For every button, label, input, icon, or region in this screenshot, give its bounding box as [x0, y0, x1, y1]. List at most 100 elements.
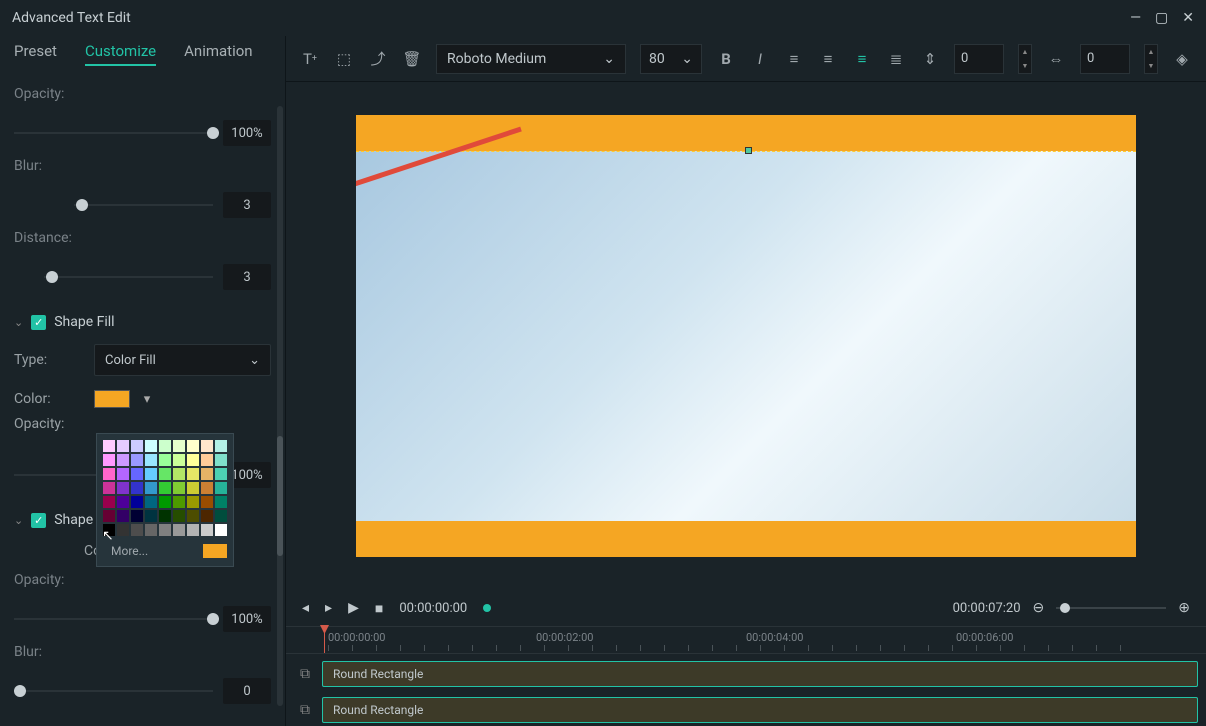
blur-value[interactable]: 3: [223, 192, 271, 218]
color-swatch[interactable]: [173, 482, 185, 494]
color-swatch[interactable]: [187, 482, 199, 494]
color-swatch[interactable]: [103, 510, 115, 522]
color-swatch[interactable]: [173, 454, 185, 466]
size-dropdown[interactable]: 80 ⌄: [640, 44, 702, 74]
color-swatch[interactable]: [103, 482, 115, 494]
track-type-icon[interactable]: ⧉: [294, 699, 316, 721]
color-swatch[interactable]: [103, 454, 115, 466]
bold-icon[interactable]: B: [716, 49, 736, 69]
color-picker-popup[interactable]: More...: [96, 433, 234, 567]
italic-icon[interactable]: I: [750, 49, 770, 69]
settings-icon[interactable]: ◈: [1172, 49, 1192, 69]
color-swatch[interactable]: [173, 440, 185, 452]
video-preview[interactable]: [356, 115, 1136, 557]
color-swatch[interactable]: [117, 468, 129, 480]
delete-icon[interactable]: 🗑: [402, 49, 422, 69]
color-swatch[interactable]: [187, 524, 199, 536]
align-justify-icon[interactable]: ≣: [886, 49, 906, 69]
timeline-ruler[interactable]: 00:00:00:00 00:00:02:00 00:00:04:00 00:0…: [286, 626, 1206, 654]
color-swatch[interactable]: [173, 468, 185, 480]
color-swatch[interactable]: [201, 524, 213, 536]
distance-value[interactable]: 3: [223, 264, 271, 290]
color-swatch[interactable]: [131, 510, 143, 522]
char-spacing-value[interactable]: 0: [1080, 44, 1130, 74]
more-colors-button[interactable]: More...: [103, 542, 156, 560]
color-swatch[interactable]: [117, 510, 129, 522]
color-swatch[interactable]: [103, 496, 115, 508]
bottom-shape[interactable]: [356, 521, 1136, 557]
shape-fill-checkbox[interactable]: ✓: [31, 315, 46, 330]
line-spacing-icon[interactable]: ⇕: [920, 49, 940, 69]
color-swatch[interactable]: [159, 510, 171, 522]
color-swatch[interactable]: [145, 454, 157, 466]
color-swatch[interactable]: [215, 482, 227, 494]
color-swatch[interactable]: [215, 440, 227, 452]
color-swatch[interactable]: [201, 440, 213, 452]
track-type-icon[interactable]: ⧉: [294, 663, 316, 685]
color-swatch[interactable]: [145, 468, 157, 480]
distance-slider[interactable]: [44, 276, 213, 278]
color-swatch[interactable]: [187, 454, 199, 466]
crop-icon[interactable]: ⬚: [334, 49, 354, 69]
color-swatch[interactable]: [215, 468, 227, 480]
next-frame-button[interactable]: ▸: [325, 600, 332, 616]
color-swatch[interactable]: [131, 524, 143, 536]
color-swatch[interactable]: [159, 454, 171, 466]
color-swatch[interactable]: [215, 524, 227, 536]
color-swatch[interactable]: [159, 496, 171, 508]
timeline-clip[interactable]: Round Rectangle: [322, 661, 1198, 687]
color-swatch[interactable]: [131, 482, 143, 494]
maximize-button[interactable]: ▢: [1155, 10, 1168, 26]
zoom-in-button[interactable]: ⊕: [1178, 600, 1190, 616]
color-swatch[interactable]: [117, 482, 129, 494]
type-dropdown[interactable]: Color Fill ⌄: [94, 344, 271, 376]
marker-dot[interactable]: [483, 604, 491, 612]
color-swatch[interactable]: [173, 496, 185, 508]
top-shape[interactable]: [356, 115, 1136, 151]
tab-animation[interactable]: Animation: [184, 42, 252, 66]
char-spacing-stepper[interactable]: ▲▼: [1144, 44, 1158, 74]
panel-scrollbar[interactable]: [277, 106, 283, 706]
shape-fill-header[interactable]: ⌄ ✓ Shape Fill: [14, 314, 271, 330]
color-swatch[interactable]: [215, 510, 227, 522]
color-swatch[interactable]: [117, 440, 129, 452]
color-swatch[interactable]: [131, 496, 143, 508]
color-swatch[interactable]: [215, 454, 227, 466]
border-blur-slider[interactable]: [14, 690, 213, 692]
resize-handle[interactable]: [745, 147, 752, 154]
border-blur-value[interactable]: 0: [223, 678, 271, 704]
tab-customize[interactable]: Customize: [85, 42, 156, 66]
color-swatch[interactable]: [103, 524, 115, 536]
color-swatch[interactable]: [173, 524, 185, 536]
color-swatch[interactable]: [159, 482, 171, 494]
color-swatch[interactable]: [159, 440, 171, 452]
color-swatch[interactable]: [117, 524, 129, 536]
color-swatch[interactable]: [201, 454, 213, 466]
color-swatch[interactable]: [201, 496, 213, 508]
border-opacity-slider[interactable]: [14, 618, 213, 620]
color-swatch[interactable]: [173, 510, 185, 522]
prev-frame-button[interactable]: ◂: [302, 600, 309, 616]
close-button[interactable]: ✕: [1182, 10, 1194, 26]
color-swatch[interactable]: [145, 524, 157, 536]
color-swatch[interactable]: [145, 510, 157, 522]
opacity-slider[interactable]: [14, 132, 213, 134]
color-swatch[interactable]: [201, 482, 213, 494]
color-swatch[interactable]: [103, 468, 115, 480]
color-swatch[interactable]: [187, 468, 199, 480]
play-button[interactable]: ▶: [348, 600, 359, 616]
align-left-icon[interactable]: ≡: [784, 49, 804, 69]
color-swatch[interactable]: [215, 496, 227, 508]
blur-slider[interactable]: [74, 204, 213, 206]
line-spacing-value[interactable]: 0: [954, 44, 1004, 74]
add-text-icon[interactable]: T+: [300, 49, 320, 69]
zoom-out-button[interactable]: ⊖: [1033, 600, 1045, 616]
color-swatch[interactable]: [187, 440, 199, 452]
color-swatch[interactable]: [131, 468, 143, 480]
color-swatch[interactable]: [131, 440, 143, 452]
color-swatch[interactable]: [117, 454, 129, 466]
zoom-slider[interactable]: [1056, 607, 1166, 609]
color-swatch[interactable]: [159, 524, 171, 536]
color-swatch[interactable]: [117, 496, 129, 508]
color-swatch[interactable]: [145, 496, 157, 508]
